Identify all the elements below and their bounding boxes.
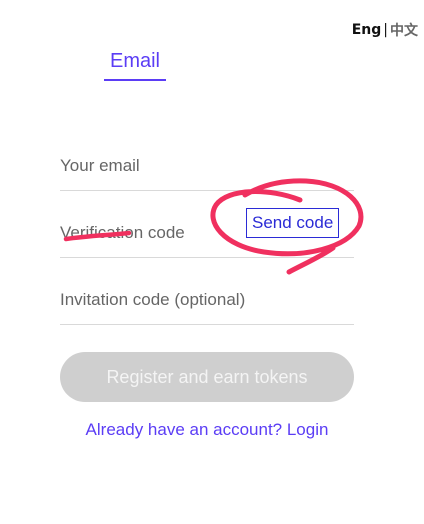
- email-input[interactable]: [60, 156, 350, 176]
- invitation-field-wrapper: [60, 259, 354, 325]
- send-code-button[interactable]: Send code: [246, 208, 340, 238]
- verification-field-wrapper: Send code: [60, 192, 354, 258]
- tab-email[interactable]: Email: [104, 50, 166, 81]
- lang-chinese-button[interactable]: 中文: [390, 20, 418, 40]
- lang-separator: |: [383, 22, 388, 38]
- invitation-code-input[interactable]: [60, 290, 350, 310]
- email-field-wrapper: [60, 125, 354, 191]
- login-link[interactable]: Already have an account? Login: [60, 420, 354, 440]
- lang-english-button[interactable]: Eng: [352, 22, 382, 38]
- register-button[interactable]: Register and earn tokens: [60, 352, 354, 402]
- language-switcher: Eng | 中文: [352, 20, 418, 40]
- verification-code-input[interactable]: [60, 223, 240, 243]
